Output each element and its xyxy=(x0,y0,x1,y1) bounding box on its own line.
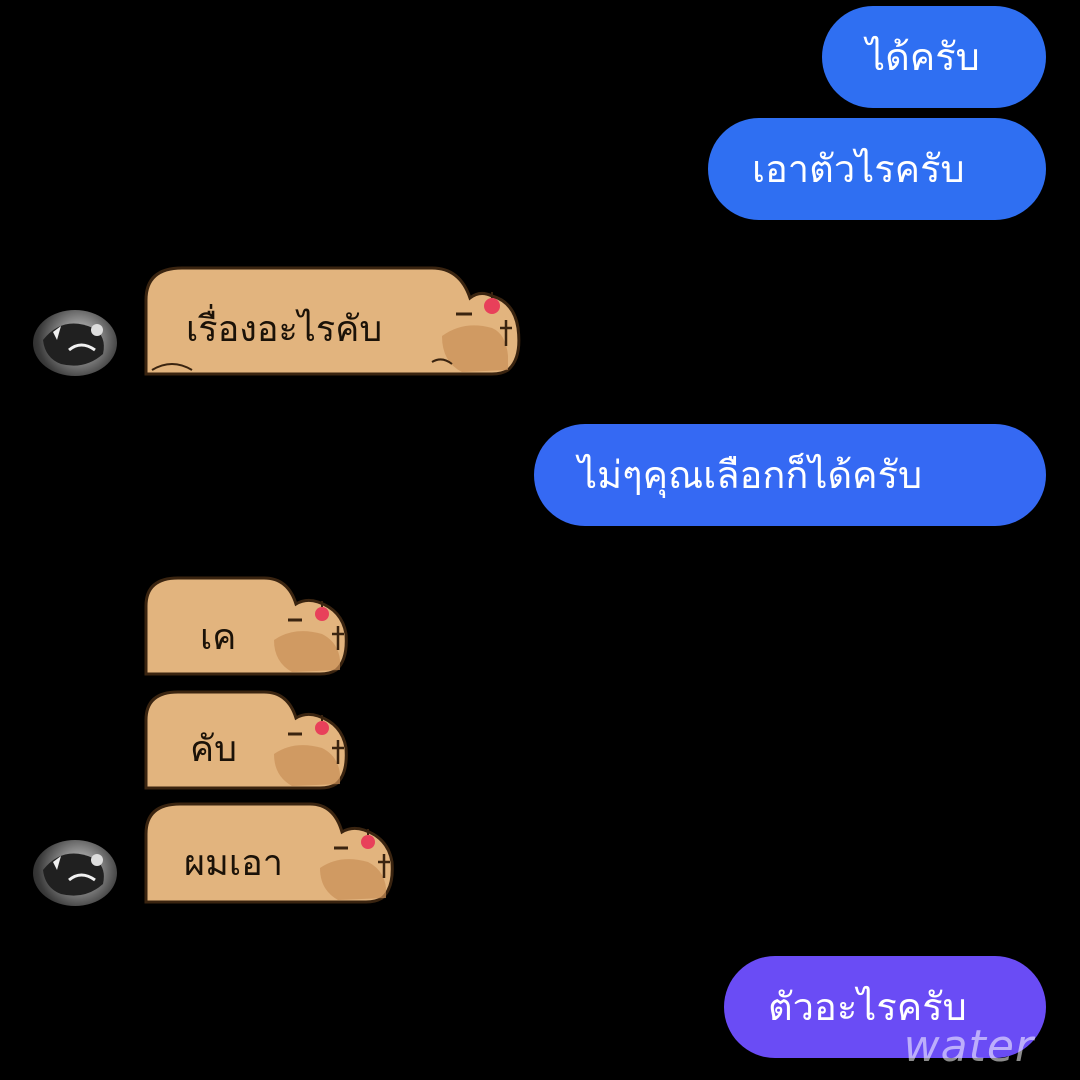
incoming-sticker-message[interactable]: เค xyxy=(142,576,354,678)
message-text: ได้ครับ xyxy=(866,35,980,79)
outgoing-message-bubble[interactable]: ได้ครับ xyxy=(822,6,1046,108)
user-avatar-icon[interactable] xyxy=(33,840,117,906)
message-text: เอาตัวไรครับ xyxy=(752,147,965,191)
incoming-sticker-message[interactable]: เรื่องอะไรคับ xyxy=(142,266,528,378)
message-text: คับ xyxy=(190,729,237,770)
message-text: ผมเอา xyxy=(184,843,283,884)
message-text: เค xyxy=(200,617,237,658)
message-text: เรื่องอะไรคับ xyxy=(186,309,383,350)
message-text: ไม่ๆคุณเลือกก็ได้ครับ xyxy=(578,453,923,497)
incoming-sticker-message[interactable]: คับ xyxy=(142,690,354,792)
outgoing-message-bubble[interactable]: ไม่ๆคุณเลือกก็ได้ครับ xyxy=(534,424,1046,526)
capybara-sticker-icon xyxy=(144,690,348,790)
incoming-sticker-message[interactable]: ผมเอา xyxy=(142,802,402,906)
user-avatar-icon[interactable] xyxy=(33,310,117,376)
capybara-sticker-icon xyxy=(144,576,348,676)
watermark: water xyxy=(903,1021,1034,1072)
outgoing-message-bubble[interactable]: เอาตัวไรครับ xyxy=(708,118,1046,220)
